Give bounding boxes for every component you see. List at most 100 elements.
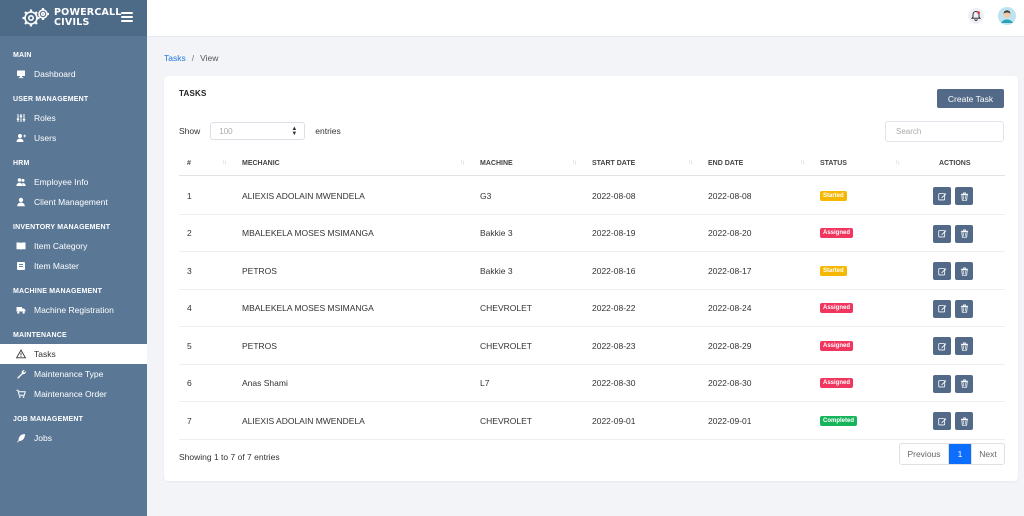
create-task-button[interactable]: Create Task — [937, 89, 1004, 108]
cart-icon — [16, 389, 26, 399]
delete-button[interactable] — [955, 374, 973, 393]
menu-toggle-icon[interactable] — [121, 12, 133, 22]
notification-bell-icon[interactable] — [968, 8, 984, 24]
users-icon — [16, 177, 26, 187]
sort-arrows-icon[interactable]: ↑↓ — [222, 160, 227, 166]
row-number: 4 — [187, 303, 192, 313]
edit-button[interactable] — [933, 187, 951, 205]
column-header-start-date[interactable]: START DATE — [592, 151, 635, 176]
row-number: 6 — [187, 378, 192, 388]
status-cell: Assigned — [820, 365, 854, 402]
mechanic-cell: PETROS — [242, 340, 277, 351]
edit-button[interactable] — [933, 412, 951, 430]
sidebar-item-client-management[interactable]: Client Management — [0, 192, 147, 212]
wrench-icon — [16, 369, 26, 379]
machine-cell: CHEVROLET — [480, 415, 532, 426]
table-row: 4 MBALEKELA MOSES MSIMANGA CHEVROLET 2022-0… — [179, 290, 1005, 327]
sidebar-item-item-category[interactable]: Item Category — [0, 236, 147, 256]
sidebar-item-label: Dashboard — [34, 69, 76, 79]
sort-arrows-icon[interactable]: ↑↓ — [460, 160, 465, 166]
status-badge: Assigned — [820, 228, 854, 238]
sidebar-item-label: Jobs — [34, 433, 52, 443]
row-number: 3 — [187, 265, 192, 276]
sort-arrows-icon[interactable]: ↑↓ — [895, 160, 900, 166]
edit-button[interactable] — [933, 224, 951, 243]
search-input[interactable]: Search — [885, 121, 1004, 142]
page-size-value: 100 — [219, 126, 233, 136]
sidebar: POWERCALL CIVILS MAIN Dashboard USER MANAG… — [0, 0, 147, 516]
delete-button[interactable] — [955, 412, 973, 430]
edit-icon — [937, 230, 946, 238]
nav-section-maintenance: MAINTENANCE — [13, 332, 67, 339]
book-icon — [16, 241, 26, 251]
row-number: 1 — [187, 190, 192, 201]
status-cell: Started — [820, 177, 847, 214]
sort-arrows-icon[interactable]: ↑↓ — [572, 160, 577, 166]
nav-section-user-management: USER MANAGEMENT — [13, 96, 89, 103]
sidebar-item-maintenance-type[interactable]: Maintenance Type — [0, 364, 147, 384]
breadcrumb-link-tasks[interactable]: Tasks — [164, 53, 186, 63]
delete-button[interactable] — [955, 262, 973, 280]
mechanic-cell: PETROS — [242, 265, 277, 276]
sidebar-item-employee-info[interactable]: Employee Info — [0, 172, 147, 192]
page-size-select[interactable]: 100 ▲ ▼ — [210, 122, 306, 140]
status-cell: Assigned — [820, 290, 854, 327]
mechanic-cell: ALIEXIS ADOLAIN MWENDELA — [242, 190, 365, 201]
column-header-machine[interactable]: MACHINE — [480, 151, 513, 176]
sidebar-item-jobs[interactable]: Jobs — [0, 428, 147, 448]
sidebar-item-item-master[interactable]: Item Master — [0, 256, 147, 276]
column-header-number[interactable]: # — [187, 151, 191, 176]
sidebar-item-label: Users — [34, 133, 57, 143]
sort-arrows-icon[interactable]: ↑↓ — [688, 160, 693, 166]
feather-icon — [16, 433, 26, 443]
status-badge: Assigned — [820, 340, 854, 351]
edit-button[interactable] — [933, 299, 951, 318]
user-plus-icon — [16, 133, 26, 143]
trash-icon — [960, 379, 968, 388]
column-header-status[interactable]: STATUS — [820, 151, 847, 176]
end-date-cell: 2022-08-17 — [708, 265, 752, 276]
page-size-control: Show 100 ▲ ▼ entries — [179, 122, 341, 140]
delete-button[interactable] — [955, 224, 973, 243]
edit-button[interactable] — [933, 337, 951, 355]
edit-button[interactable] — [933, 262, 951, 280]
card-title: TASKS — [179, 89, 207, 98]
sidebar-item-label: Item Master — [34, 261, 79, 271]
delete-button[interactable] — [955, 187, 973, 205]
previous-page-button[interactable]: Previous — [900, 444, 949, 464]
edit-button[interactable] — [933, 374, 951, 393]
select-arrows-icon: ▲ ▼ — [291, 126, 298, 137]
sidebar-item-users[interactable]: Users — [0, 128, 147, 148]
sidebar-item-label: Client Management — [34, 197, 108, 207]
search-placeholder: Search — [896, 127, 922, 136]
sidebar-item-machine-registration[interactable]: Machine Registration — [0, 300, 147, 320]
status-cell: Completed — [820, 402, 858, 439]
breadcrumb-current: View — [200, 53, 219, 63]
sort-arrows-icon[interactable]: ↑↓ — [800, 160, 805, 166]
sidebar-item-dashboard[interactable]: Dashboard — [0, 64, 147, 84]
sidebar-item-tasks[interactable]: Tasks — [0, 344, 147, 364]
status-cell: Assigned — [820, 327, 854, 364]
mechanic-cell: ALIEXIS ADOLAIN MWENDELA — [242, 415, 365, 426]
next-page-button[interactable]: Next — [971, 444, 1004, 464]
entries-label: entries — [315, 126, 341, 136]
sidebar-item-roles[interactable]: Roles — [0, 108, 147, 128]
page-1-button[interactable]: 1 — [949, 444, 971, 464]
status-badge: Assigned — [820, 378, 854, 388]
brand[interactable]: POWERCALL CIVILS — [0, 0, 147, 36]
sliders-icon — [16, 113, 26, 123]
column-header-mechanic[interactable]: MECHANIC — [242, 151, 280, 176]
column-header-end-date[interactable]: END DATE — [708, 151, 743, 176]
nav-section-hrm: HRM — [13, 160, 30, 167]
delete-button[interactable] — [955, 337, 973, 355]
row-number: 2 — [187, 228, 192, 238]
edit-icon — [937, 192, 946, 200]
sidebar-item-maintenance-order[interactable]: Maintenance Order — [0, 384, 147, 404]
column-header-actions: ACTIONS — [939, 160, 971, 167]
table-header: # ↑↓ MECHANIC ↑↓ MACHINE ↑↓ START DATE ↑↓ END DA… — [179, 151, 1005, 176]
sidebar-item-label: Maintenance Type — [34, 369, 104, 379]
delete-button[interactable] — [955, 299, 973, 318]
trash-icon — [960, 229, 968, 238]
user-avatar[interactable] — [998, 7, 1016, 25]
tasks-card: TASKS Create Task Show 100 ▲ ▼ entries Se… — [164, 76, 1018, 481]
